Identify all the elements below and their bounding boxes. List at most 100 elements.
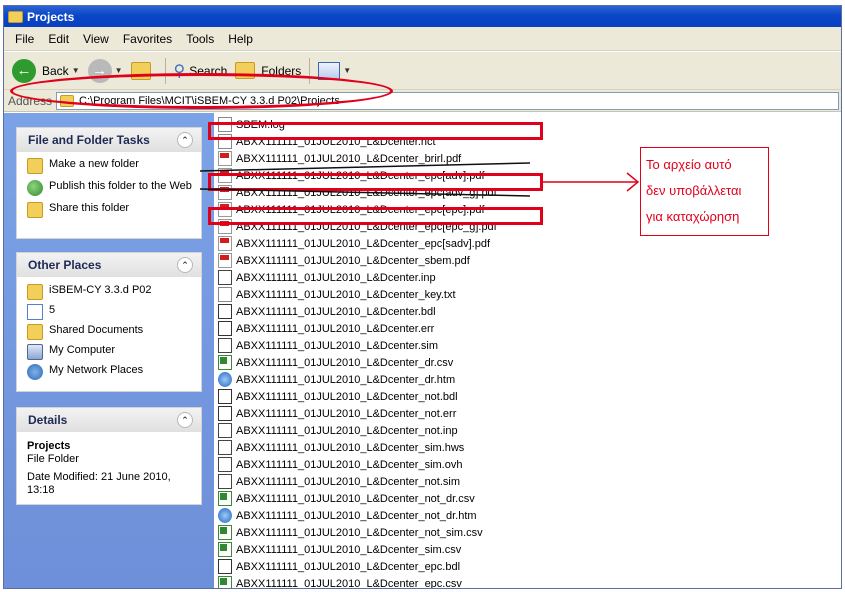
- file-name: ABXX111111_01JUL2010_L&Dcenter_sim.ovh: [236, 458, 463, 471]
- shared-folder-icon: [27, 324, 43, 340]
- folder-icon: [27, 284, 43, 300]
- other-places-header[interactable]: Other Places ⌃: [17, 253, 201, 277]
- network-icon: [27, 364, 43, 380]
- panel-title: File and Folder Tasks: [28, 133, 150, 147]
- file-row[interactable]: ABXX111111_01JUL2010_L&Dcenter_epc[sadv]…: [218, 235, 490, 252]
- folder-icon: [8, 10, 23, 23]
- data-file-icon: [218, 389, 232, 404]
- highlight-box-nct: [208, 122, 543, 140]
- pdf-file-icon: [218, 151, 232, 166]
- task-label: Publish this folder to the Web: [49, 180, 192, 192]
- file-name: ABXX111111_01JUL2010_L&Dcenter_sim.hws: [236, 441, 465, 454]
- file-row[interactable]: ABXX111111_01JUL2010_L&Dcenter.bdl: [218, 303, 436, 320]
- file-row[interactable]: ABXX111111_01JUL2010_L&Dcenter_sim.csv: [218, 541, 461, 558]
- address-highlight-oval: [10, 73, 393, 109]
- place-label: iSBEM-CY 3.3.d P02: [49, 284, 152, 296]
- file-name: ABXX111111_01JUL2010_L&Dcenter_not_dr.ht…: [236, 509, 477, 522]
- new-folder-icon: [27, 158, 43, 174]
- details-modified: Date Modified: 21 June 2010, 13:18: [27, 471, 171, 496]
- collapse-chevron-icon[interactable]: ⌃: [177, 132, 193, 148]
- file-name: ABXX111111_01JUL2010_L&Dcenter.sim: [236, 339, 439, 352]
- file-row[interactable]: ABXX111111_01JUL2010_L&Dcenter_not.bdl: [218, 388, 458, 405]
- details-type: File Folder: [27, 453, 79, 465]
- file-name: ABXX111111_01JUL2010_L&Dcenter_not.err: [236, 407, 457, 420]
- data-file-icon: [218, 559, 232, 574]
- file-name: ABXX111111_01JUL2010_L&Dcenter.inp: [236, 271, 436, 284]
- task-make-new-folder[interactable]: Make a new folder: [27, 158, 195, 174]
- file-row[interactable]: ABXX111111_01JUL2010_L&Dcenter_sim.hws: [218, 439, 464, 456]
- publish-web-icon: [27, 180, 43, 196]
- file-row[interactable]: ABXX111111_01JUL2010_L&Dcenter_not.sim: [218, 473, 460, 490]
- place-label: My Computer: [49, 344, 116, 356]
- place-my-computer[interactable]: My Computer: [27, 344, 195, 360]
- file-name: ABXX111111_01JUL2010_L&Dcenter_not.bdl: [236, 390, 458, 403]
- title-bar[interactable]: Projects: [4, 6, 841, 27]
- data-file-icon: [218, 304, 232, 319]
- file-name: ABXX111111_01JUL2010_L&Dcenter_key.txt: [236, 288, 456, 301]
- file-name: ABXX111111_01JUL2010_L&Dcenter_brirl.pdf: [236, 152, 462, 165]
- file-name: ABXX111111_01JUL2010_L&Dcenter.bdl: [236, 305, 436, 318]
- task-label: Make a new folder: [49, 158, 139, 170]
- file-row[interactable]: ABXX111111_01JUL2010_L&Dcenter.err: [218, 320, 434, 337]
- excel-file-icon: [218, 525, 232, 540]
- file-row[interactable]: ABXX111111_01JUL2010_L&Dcenter_dr.csv: [218, 354, 453, 371]
- place-label: 5: [49, 304, 56, 316]
- file-name: ABXX111111_01JUL2010_L&Dcenter_dr.csv: [236, 356, 454, 369]
- file-row[interactable]: ABXX111111_01JUL2010_L&Dcenter_not_dr.ht…: [218, 507, 477, 524]
- excel-file-icon: [218, 491, 232, 506]
- excel-file-icon: [218, 355, 232, 370]
- collapse-chevron-icon[interactable]: ⌃: [177, 257, 193, 273]
- menu-help[interactable]: Help: [221, 32, 260, 46]
- menu-view[interactable]: View: [76, 32, 116, 46]
- document-file-icon: [218, 440, 232, 455]
- task-publish-web[interactable]: Publish this folder to the Web: [27, 180, 195, 196]
- chevron-down-icon[interactable]: ▼: [72, 66, 80, 75]
- place-shared-documents[interactable]: Shared Documents: [27, 324, 195, 340]
- file-name: ABXX111111_01JUL2010_L&Dcenter_not_dr.cs…: [236, 492, 475, 505]
- file-name: ABXX111111_01JUL2010_L&Dcenter_epc.csv: [236, 577, 462, 589]
- menu-tools[interactable]: Tools: [179, 32, 221, 46]
- place-isbem[interactable]: iSBEM-CY 3.3.d P02: [27, 284, 195, 300]
- computer-icon: [27, 344, 43, 360]
- menu-file[interactable]: File: [8, 32, 41, 46]
- panel-title: Other Places: [28, 258, 102, 272]
- menu-edit[interactable]: Edit: [41, 32, 76, 46]
- details-header[interactable]: Details ⌃: [17, 408, 201, 432]
- highlight-box-epc-g: [208, 207, 543, 225]
- file-row[interactable]: ABXX111111_01JUL2010_L&Dcenter_epc.bdl: [218, 558, 460, 575]
- file-row[interactable]: ABXX111111_01JUL2010_L&Dcenter_brirl.pdf: [218, 150, 461, 167]
- back-label: Back: [42, 63, 69, 78]
- file-name: ABXX111111_01JUL2010_L&Dcenter_not.inp: [236, 424, 458, 437]
- file-name: ABXX111111_01JUL2010_L&Dcenter_epc[sadv]…: [236, 237, 490, 250]
- file-row[interactable]: ABXX111111_01JUL2010_L&Dcenter_not_sim.c…: [218, 524, 483, 541]
- file-name: ABXX111111_01JUL2010_L&Dcenter_sbem.pdf: [236, 254, 470, 267]
- file-row[interactable]: ABXX111111_01JUL2010_L&Dcenter_epc.csv: [218, 575, 462, 589]
- file-row[interactable]: ABXX111111_01JUL2010_L&Dcenter_not_dr.cs…: [218, 490, 475, 507]
- place-my-network-places[interactable]: My Network Places: [27, 364, 195, 380]
- file-folder-tasks-header[interactable]: File and Folder Tasks ⌃: [17, 128, 201, 152]
- file-row[interactable]: ABXX111111_01JUL2010_L&Dcenter.inp: [218, 269, 436, 286]
- place-label: My Network Places: [49, 364, 144, 376]
- file-row[interactable]: ABXX111111_01JUL2010_L&Dcenter.sim: [218, 337, 438, 354]
- document-file-icon: [218, 423, 232, 438]
- chevron-down-icon[interactable]: ▼: [343, 66, 351, 75]
- document-icon: [27, 304, 43, 320]
- window-title: Projects: [27, 9, 75, 24]
- file-row[interactable]: ABXX111111_01JUL2010_L&Dcenter_sim.ovh: [218, 456, 462, 473]
- collapse-chevron-icon[interactable]: ⌃: [177, 412, 193, 428]
- menu-favorites[interactable]: Favorites: [116, 32, 179, 46]
- note-line-3: για καταχώρηση: [646, 209, 740, 224]
- text-file-icon: [218, 287, 232, 302]
- file-row[interactable]: ABXX111111_01JUL2010_L&Dcenter_dr.htm: [218, 371, 455, 388]
- place-5[interactable]: 5: [27, 304, 195, 320]
- file-row[interactable]: ABXX111111_01JUL2010_L&Dcenter_key.txt: [218, 286, 456, 303]
- file-row[interactable]: ABXX111111_01JUL2010_L&Dcenter_not.err: [218, 405, 456, 422]
- annotation-note: Το αρχείο αυτό δεν υποβάλλεται για καταχ…: [640, 147, 769, 236]
- file-row[interactable]: ABXX111111_01JUL2010_L&Dcenter_not.inp: [218, 422, 458, 439]
- document-file-icon: [218, 338, 232, 353]
- file-row[interactable]: ABXX111111_01JUL2010_L&Dcenter_sbem.pdf: [218, 252, 470, 269]
- file-name: ABXX111111_01JUL2010_L&Dcenter_not_sim.c…: [236, 526, 483, 539]
- task-share-folder[interactable]: Share this folder: [27, 202, 195, 218]
- file-name: ABXX111111_01JUL2010_L&Dcenter_epc.bdl: [236, 560, 461, 573]
- html-file-icon: [218, 372, 232, 387]
